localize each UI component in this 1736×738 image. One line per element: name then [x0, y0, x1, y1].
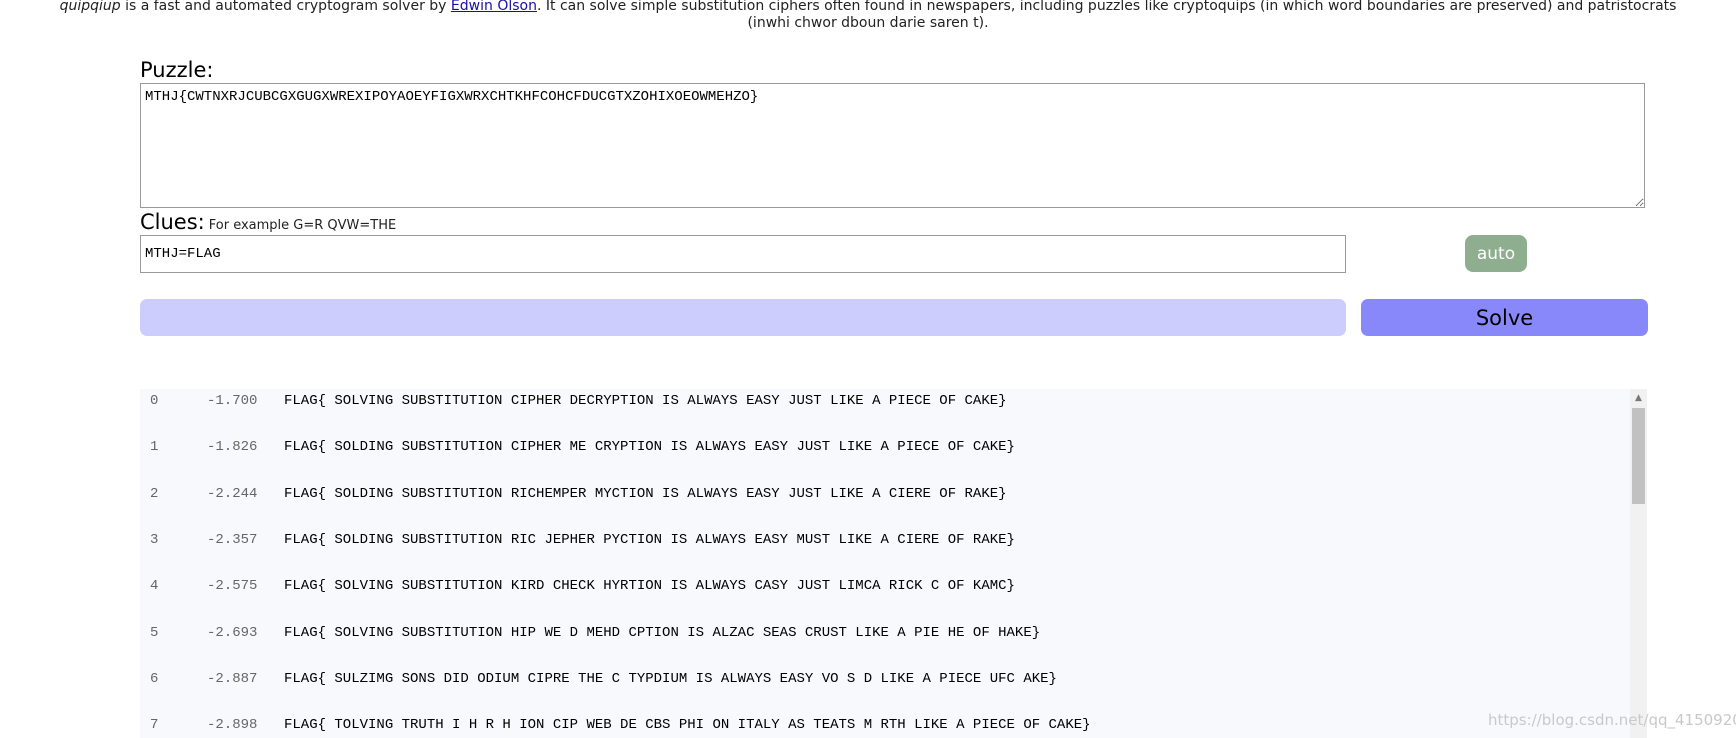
puzzle-textarea[interactable]: MTHJ{CWTNXRJCUBCGXGUGXWREXIPOYAOEYFIGXWR… — [140, 83, 1645, 208]
brand-name: quipqiup — [59, 0, 121, 14]
watermark: https://blog.csdn.net/qq_41509200 — [1488, 711, 1736, 729]
intro-text: quipqiup is a fast and automated cryptog… — [0, 0, 1736, 32]
intro-text-part2: . It can solve simple substitution ciphe… — [536, 0, 1677, 14]
result-text: FLAG{ SOLDING SUBSTITUTION CIPHER ME CRY… — [284, 439, 1015, 456]
result-score: -1.826 — [207, 439, 258, 456]
result-score: -2.357 — [207, 531, 258, 548]
result-text: FLAG{ SOLVING SUBSTITUTION CIPHER DECRYP… — [284, 393, 1007, 409]
result-text: FLAG{ SOLDING SUBSTITUTION RICHEMPER MYC… — [284, 485, 1007, 502]
clues-hint: For example G=R QVW=THE — [208, 218, 397, 233]
result-text: FLAG{ SOLVING SUBSTITUTION HIP WE D MEHD… — [284, 624, 1041, 641]
result-idx: 0 — [150, 393, 159, 409]
author-link[interactable]: Edwin Olson — [451, 0, 537, 14]
result-text: FLAG{ SULZIMG SONS DID ODIUM CIPRE THE C… — [284, 670, 1057, 687]
results-panel[interactable]: 0 -1.700 FLAG{ SOLVING SUBSTITUTION CIPHER… — [140, 389, 1647, 738]
result-idx: 6 — [150, 670, 159, 687]
clues-label-row: Clues: For example G=R QVW=THE — [140, 210, 396, 238]
auto-button[interactable]: auto — [1465, 235, 1527, 272]
result-score: -2.898 — [207, 717, 258, 734]
result-idx: 2 — [150, 485, 159, 502]
result-score: -1.700 — [207, 393, 258, 409]
puzzle-label: Puzzle: — [140, 58, 214, 82]
intro-line-2: (inwhi chwor dboun darie saren t). — [747, 15, 989, 31]
result-score: -2.887 — [207, 670, 258, 687]
result-idx: 3 — [150, 531, 159, 548]
result-text: FLAG{ TOLVING TRUTH I H R H ION CIP WEB … — [284, 717, 1091, 734]
result-text: FLAG{ SOLVING SUBSTITUTION KIRD CHECK HY… — [284, 578, 1015, 595]
result-idx: 7 — [150, 717, 159, 734]
progress-bar — [140, 299, 1346, 336]
result-score: -2.693 — [207, 624, 258, 641]
results-scrollbar[interactable]: ▲ — [1630, 389, 1647, 738]
scroll-thumb[interactable] — [1632, 408, 1645, 504]
intro-line-1: quipqiup is a fast and automated cryptog… — [0, 0, 1736, 15]
scroll-up-arrow-icon[interactable]: ▲ — [1630, 389, 1647, 406]
result-idx: 1 — [150, 439, 159, 456]
clues-label: Clues: — [140, 210, 205, 234]
result-idx: 4 — [150, 578, 159, 595]
result-score: -2.575 — [207, 578, 258, 595]
result-score: -2.244 — [207, 485, 258, 502]
intro-text-part1: is a fast and automated cryptogram solve… — [120, 0, 451, 14]
clues-input[interactable] — [140, 235, 1346, 273]
result-text: FLAG{ SOLDING SUBSTITUTION RIC JEPHER PY… — [284, 531, 1015, 548]
solve-button[interactable]: Solve — [1361, 299, 1648, 336]
result-idx: 5 — [150, 624, 159, 641]
